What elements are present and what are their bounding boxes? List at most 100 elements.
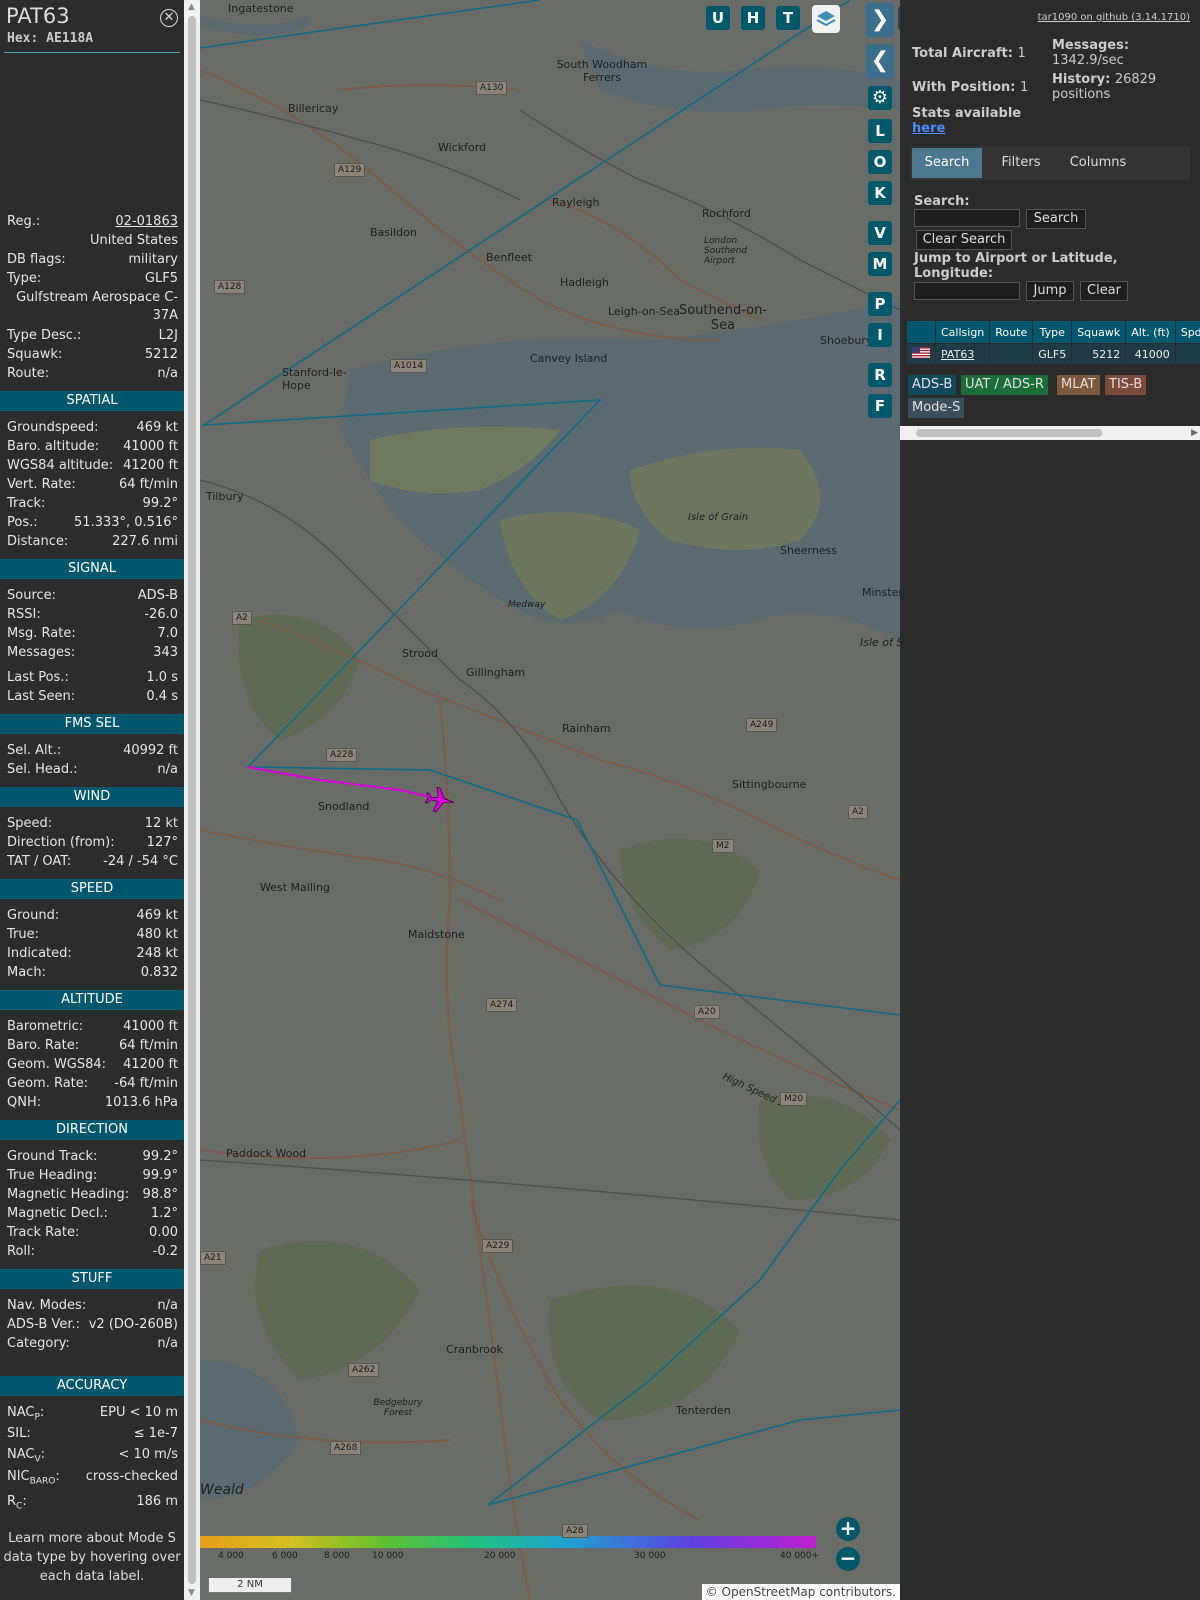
settings-gear-icon[interactable]: ⚙ bbox=[868, 86, 892, 110]
table-row[interactable]: PAT63 GLF5 5212 41000 bbox=[906, 343, 1200, 365]
column-header-speed[interactable]: Spd. bbox=[1174, 320, 1200, 344]
place-label: Isle of Grain bbox=[688, 512, 749, 523]
section-spatial: SPATIAL bbox=[0, 391, 184, 411]
place-label: Snodland bbox=[318, 800, 370, 813]
scrollbar-thumb[interactable] bbox=[188, 16, 196, 1584]
us-flag-icon bbox=[906, 343, 936, 365]
toggle-m-button[interactable]: M bbox=[868, 252, 892, 276]
road-label: A2 bbox=[848, 805, 868, 819]
left-panel-scrollbar[interactable]: ▲ ▼ bbox=[184, 0, 200, 1600]
label: NACV: bbox=[7, 1447, 46, 1465]
stats-link[interactable]: here bbox=[912, 121, 1021, 136]
close-icon[interactable]: ✕ bbox=[160, 9, 178, 27]
zoom-in-icon[interactable]: + bbox=[836, 1517, 860, 1541]
toggle-l-button[interactable]: L bbox=[868, 119, 892, 143]
expand-right-icon[interactable]: ❯ bbox=[866, 3, 894, 37]
value: < 10 m/s bbox=[118, 1447, 178, 1462]
layers-icon[interactable] bbox=[812, 5, 840, 33]
row-adsb-version: ADS-B Ver.: v2 (DO-260B) bbox=[7, 1315, 178, 1334]
type-full-name: Gulfstream Aerospace C-37A bbox=[16, 290, 178, 323]
zoom-out-icon[interactable]: − bbox=[836, 1547, 860, 1571]
tab-bar: Search Filters Columns bbox=[910, 146, 1190, 180]
place-label: Maidstone bbox=[408, 928, 465, 941]
column-header-route[interactable]: Route bbox=[989, 320, 1034, 344]
column-header-type[interactable]: Type bbox=[1032, 320, 1073, 344]
place-label: Canvey Island bbox=[530, 352, 608, 365]
toggle-t-button[interactable]: T bbox=[776, 6, 800, 30]
column-header-flag[interactable] bbox=[906, 320, 936, 344]
toggle-o-button[interactable]: O bbox=[868, 150, 892, 174]
table-horizontal-scrollbar[interactable]: ▶ bbox=[900, 426, 1200, 440]
source-uat-badge[interactable]: UAT / ADS-R bbox=[961, 375, 1048, 395]
tab-filters[interactable]: Filters bbox=[986, 148, 1056, 178]
column-header-altitude[interactable]: Alt. (ft) bbox=[1125, 320, 1176, 344]
scrollbar-thumb[interactable] bbox=[916, 429, 1102, 437]
road-label: A2 bbox=[232, 611, 252, 625]
label: Last Pos.: bbox=[7, 670, 69, 685]
altitude-tick: 30 000 bbox=[634, 1551, 666, 1561]
toggle-i-button[interactable]: I bbox=[868, 323, 892, 347]
label: Geom. WGS84: bbox=[7, 1057, 107, 1072]
place-label: Southend-on-Sea bbox=[678, 303, 768, 333]
label: Roll: bbox=[7, 1244, 36, 1259]
scroll-down-icon[interactable]: ▼ bbox=[188, 1588, 195, 1598]
clear-button[interactable]: Clear bbox=[1080, 281, 1128, 301]
place-label: Gillingham bbox=[466, 666, 526, 679]
source-modes-badge[interactable]: Mode-S bbox=[908, 398, 965, 418]
tab-search[interactable]: Search bbox=[912, 148, 982, 178]
reg-label: Reg.: bbox=[7, 214, 41, 229]
road-label: A129 bbox=[334, 163, 366, 177]
row-nacp: NACP: EPU < 10 m bbox=[7, 1403, 178, 1423]
toggle-r-button[interactable]: R bbox=[868, 363, 892, 387]
value: 248 kt bbox=[136, 946, 178, 961]
toggle-v-button[interactable]: V bbox=[868, 221, 892, 245]
toggle-f-button[interactable]: F bbox=[868, 394, 892, 418]
tab-columns[interactable]: Columns bbox=[1060, 148, 1136, 178]
search-input[interactable] bbox=[914, 209, 1020, 227]
place-label: Benfleet bbox=[486, 251, 533, 264]
road-label: A28 bbox=[562, 1524, 588, 1538]
row-position: Pos.: 51.333°, 0.516° bbox=[7, 513, 178, 532]
value: 99.2° bbox=[142, 1149, 178, 1164]
row-source: Source: ADS-B bbox=[7, 586, 178, 605]
column-header-callsign[interactable]: Callsign bbox=[934, 320, 991, 344]
row-wind-speed: Speed: 12 kt bbox=[7, 814, 178, 833]
map-attribution[interactable]: © OpenStreetMap contributors. bbox=[701, 1584, 900, 1600]
section-fms: FMS SEL bbox=[0, 714, 184, 734]
search-button[interactable]: Search bbox=[1026, 209, 1086, 229]
label: Baro. altitude: bbox=[7, 439, 100, 454]
toggle-p-button[interactable]: P bbox=[868, 292, 892, 316]
row-route: Route: n/a bbox=[7, 364, 178, 383]
registration-link[interactable]: 02-01863 bbox=[115, 212, 178, 231]
source-mlat-badge[interactable]: MLAT bbox=[1057, 375, 1100, 395]
value: 1.2° bbox=[150, 1206, 178, 1221]
row-nicbaro: NICBARO: cross-checked bbox=[7, 1467, 178, 1487]
road-label: A130 bbox=[476, 81, 508, 95]
jump-input[interactable] bbox=[914, 282, 1020, 300]
section-speed: SPEED bbox=[0, 879, 184, 899]
place-label: Sheerness bbox=[780, 544, 838, 557]
toggle-k-button[interactable]: K bbox=[868, 181, 892, 205]
road-label: A262 bbox=[348, 1363, 380, 1377]
place-label: Basildon bbox=[370, 226, 417, 239]
road-label: A249 bbox=[746, 718, 778, 732]
row-wind-direction: Direction (from): 127° bbox=[7, 833, 178, 852]
label: Track Rate: bbox=[7, 1225, 80, 1240]
scroll-up-icon[interactable]: ▲ bbox=[188, 2, 195, 12]
label: True: bbox=[7, 927, 39, 942]
clear-search-button[interactable]: Clear Search bbox=[916, 230, 1012, 250]
source-tisb-badge[interactable]: TIS-B bbox=[1105, 375, 1147, 395]
row-magnetic-heading: Magnetic Heading: 98.8° bbox=[7, 1185, 178, 1204]
github-link[interactable]: tar1090 on github (3.14.1710) bbox=[1038, 12, 1190, 23]
cell-callsign[interactable]: PAT63 bbox=[934, 343, 991, 365]
column-header-squawk[interactable]: Squawk bbox=[1071, 320, 1127, 344]
toggle-h-button[interactable]: H bbox=[741, 6, 765, 30]
collapse-left-icon[interactable]: ❮ bbox=[866, 44, 894, 78]
jump-button[interactable]: Jump bbox=[1026, 281, 1074, 301]
section-wind: WIND bbox=[0, 787, 184, 807]
source-adsb-badge[interactable]: ADS-B bbox=[908, 375, 957, 395]
toggle-u-button[interactable]: U bbox=[706, 6, 730, 30]
value: 0.832 bbox=[140, 965, 178, 980]
scroll-right-icon[interactable]: ▶ bbox=[1191, 426, 1198, 440]
map-view[interactable]: Ingatestone South Woodham Ferrers Biller… bbox=[200, 0, 900, 1600]
